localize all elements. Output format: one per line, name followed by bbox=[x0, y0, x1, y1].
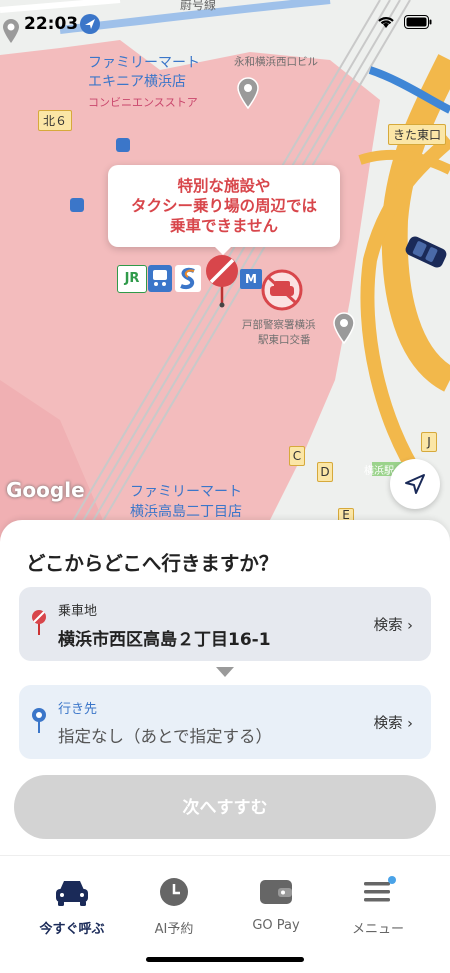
clock-icon bbox=[160, 878, 188, 906]
map-label-police-sub: 駅東口交番 bbox=[258, 334, 311, 346]
map-label-familymart1-sub: エキニア横浜店 bbox=[88, 74, 186, 90]
map-label-familymart1: ファミリーマート bbox=[88, 55, 200, 71]
map-label-yokohama-station: 横浜駅 bbox=[364, 466, 394, 477]
map-label-familymart2: ファミリーマート bbox=[130, 484, 242, 500]
railway-logo-icon bbox=[175, 265, 201, 292]
sheet-title: どこからどこへ行きますか？ bbox=[26, 552, 279, 575]
bus-stop-icon bbox=[116, 138, 130, 152]
map-label-familymart2-sub: 横浜高島二丁目店 bbox=[130, 504, 242, 520]
wifi-icon bbox=[378, 17, 394, 28]
subway-icon bbox=[148, 265, 172, 292]
exit-sign-c: C bbox=[289, 446, 305, 466]
battery-icon bbox=[404, 15, 432, 29]
no-pickup-pin-icon bbox=[206, 255, 238, 308]
destination-placeholder: 指定なし（あとで指定する） bbox=[58, 727, 273, 746]
pickup-search-link[interactable]: 検索 › bbox=[374, 614, 413, 635]
map-label-convenience: コンビニエンスストア bbox=[88, 96, 198, 109]
tab-label: メニュー bbox=[351, 922, 404, 937]
destination-field[interactable]: 行き先 指定なし（あとで指定する） 検索 › bbox=[19, 685, 431, 759]
pickup-field[interactable]: 乗車地 横浜市西区高島２丁目16-1 検索 › bbox=[19, 587, 431, 661]
taxi-car-icon bbox=[405, 236, 447, 268]
navigation-arrow-icon bbox=[405, 474, 425, 494]
current-location-button[interactable] bbox=[390, 459, 440, 509]
map-pin-icon bbox=[333, 312, 355, 344]
tab-label: AI予約 bbox=[154, 922, 194, 937]
road-sign-kita-higashi: きた東口 bbox=[388, 124, 447, 145]
map-view[interactable]: 22:03 嶎号線 ファミリーマート エキニア横浜店 コンビニエンスストア 永和… bbox=[0, 0, 450, 560]
google-logo: Google bbox=[6, 478, 85, 502]
exit-sign-j: J bbox=[421, 432, 437, 452]
tab-label: GO Pay bbox=[252, 918, 300, 933]
wallet-icon bbox=[260, 880, 292, 904]
map-label-police: 戸部警察署横浜 bbox=[242, 319, 316, 331]
notice-line-3: 乗車できません bbox=[169, 217, 279, 235]
restriction-notice: 特別な施設や タクシー乗り場の周辺では 乗車できません bbox=[108, 165, 340, 255]
jr-station-icon: JR bbox=[117, 265, 147, 293]
notice-line-2: タクシー乗り場の周辺では bbox=[130, 197, 317, 215]
taxi-icon bbox=[56, 881, 88, 906]
tab-label: 今すぐ呼ぶ bbox=[39, 922, 105, 937]
road-sign-kita6: 北６ bbox=[38, 110, 73, 131]
map-label-eiwa: 永和横浜西口ビル bbox=[234, 56, 318, 68]
map-pin-icon bbox=[237, 77, 259, 109]
location-services-icon bbox=[80, 14, 100, 34]
exit-sign-d: D bbox=[317, 462, 333, 482]
status-time: 22:03 bbox=[24, 14, 79, 34]
pickup-pin-icon bbox=[32, 610, 46, 635]
bus-stop-icon bbox=[70, 198, 84, 212]
no-taxi-icon bbox=[261, 269, 303, 311]
pickup-label: 乗車地 bbox=[58, 604, 98, 619]
chevron-down-icon bbox=[216, 667, 234, 677]
destination-label: 行き先 bbox=[58, 702, 98, 717]
home-indicator bbox=[146, 957, 304, 962]
next-button[interactable]: 次へすすむ bbox=[14, 775, 436, 839]
destination-search-link[interactable]: 検索 › bbox=[374, 712, 413, 733]
destination-pin-icon bbox=[32, 708, 46, 733]
pickup-address: 横浜市西区高島２丁目16-1 bbox=[58, 630, 271, 650]
menu-icon bbox=[364, 876, 396, 902]
status-bar: 22:03 bbox=[0, 0, 450, 48]
tab-bar: 今すぐ呼ぶ AI予約 GO Pay メニュー bbox=[0, 855, 450, 973]
notice-line-1: 特別な施設や bbox=[177, 177, 271, 195]
